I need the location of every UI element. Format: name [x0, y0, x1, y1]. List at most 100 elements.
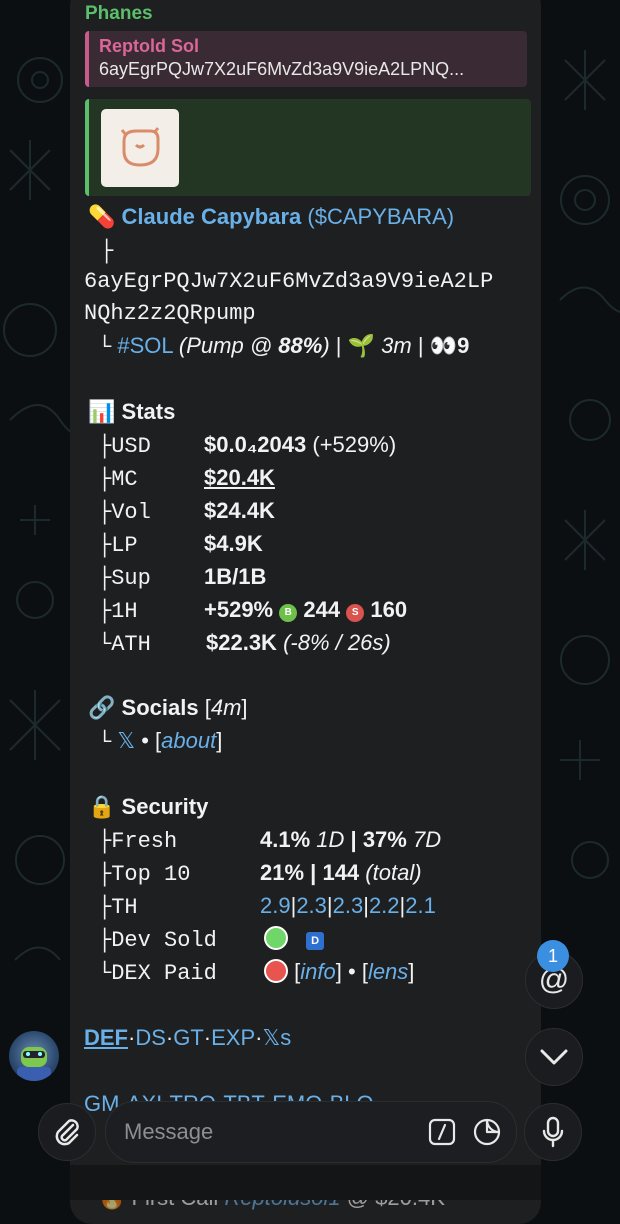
- tree-branch: ├: [98, 434, 112, 459]
- tree-corner: └: [98, 961, 112, 986]
- socials-heading: 🔗 Socials [4m]: [88, 694, 248, 722]
- link-preview[interactable]: [85, 99, 531, 196]
- tree-branch: ├: [98, 895, 112, 920]
- sender-name[interactable]: Phanes: [85, 3, 153, 25]
- separator: ·: [203, 1025, 212, 1050]
- xs-link[interactable]: 𝕏s: [262, 1025, 291, 1050]
- stat-value: $22.3K: [206, 630, 277, 655]
- security-row-dex-paid: └DEX Paid [info] • [lens]: [98, 959, 415, 986]
- bot-commands-icon[interactable]: [428, 1118, 456, 1146]
- separator: |: [335, 333, 342, 358]
- fresh-1d-label: 1D: [316, 827, 345, 852]
- open-paren: (: [307, 204, 315, 229]
- info-link[interactable]: info: [300, 959, 335, 984]
- security-title: Security: [121, 794, 209, 819]
- stat-key: MC: [111, 467, 138, 492]
- eyes-icon: 👀: [429, 333, 458, 358]
- bullet: •: [347, 959, 356, 984]
- market-cap-link[interactable]: $20.4K: [204, 464, 275, 492]
- fresh-7d-value: 37%: [362, 827, 407, 852]
- sticker-icon[interactable]: [472, 1117, 502, 1147]
- top-holder-link[interactable]: 2.9: [260, 893, 291, 918]
- security-row-th: ├TH 2.9|2.3|2.3|2.2|2.1: [98, 892, 538, 922]
- buy-count: 244: [303, 597, 341, 622]
- fresh-1d-value: 4.1%: [260, 827, 311, 852]
- tree-corner: └: [98, 632, 112, 657]
- security-key: Fresh: [111, 829, 178, 854]
- eyes-count: 9: [457, 333, 470, 358]
- token-ticker-link[interactable]: $CAPYBARA: [315, 204, 447, 229]
- token-name-link[interactable]: Claude Capybara: [122, 204, 302, 229]
- close-paren: ): [446, 204, 455, 229]
- tree-branch: ├: [98, 928, 112, 953]
- seedling-icon: 🌱: [347, 333, 376, 358]
- socials-links-line: └ 𝕏 • [about]: [98, 727, 222, 757]
- separator: |: [417, 333, 424, 358]
- stats-title: Stats: [121, 399, 176, 424]
- mentions-count-badge: 1: [537, 940, 569, 972]
- bracket-close: ]: [216, 728, 223, 753]
- message-input[interactable]: Message: [105, 1101, 517, 1163]
- separator: |: [350, 827, 357, 852]
- about-link[interactable]: about: [161, 728, 216, 753]
- red-status-icon: [264, 959, 288, 983]
- tree-corner: └: [98, 730, 112, 755]
- buy-icon: B: [279, 604, 298, 622]
- x-link-icon[interactable]: 𝕏: [117, 728, 135, 753]
- security-heading: 🔒 Security: [88, 793, 208, 821]
- security-key: Dev Sold: [111, 928, 217, 953]
- message-placeholder: Message: [124, 1119, 214, 1144]
- top-holder-link[interactable]: 2.2: [369, 893, 400, 918]
- stats-row-vol: ├Vol $24.4K: [98, 497, 538, 527]
- tree-branch: ├: [98, 566, 112, 591]
- sender-avatar[interactable]: [9, 1031, 59, 1081]
- security-key: Top 10: [111, 862, 191, 887]
- ds-link[interactable]: DS: [135, 1025, 166, 1050]
- lens-link[interactable]: lens: [368, 959, 408, 984]
- green-status-icon: [264, 926, 288, 950]
- paperclip-icon: [55, 1119, 79, 1146]
- stat-key: USD: [111, 434, 151, 459]
- attach-button[interactable]: [38, 1103, 96, 1161]
- stat-value: $24.4K: [204, 498, 275, 523]
- chain-hashtag[interactable]: #SOL: [117, 333, 172, 358]
- stats-row-sup: ├Sup 1B/1B: [98, 563, 538, 593]
- security-row-fresh: ├Fresh 4.1% 1D | 37% 7D: [98, 826, 538, 856]
- stat-key: Vol: [111, 500, 151, 525]
- separator: |: [310, 860, 317, 885]
- security-key: DEX Paid: [111, 961, 217, 986]
- tree-corner: └: [98, 335, 112, 360]
- stat-extra: (+529%): [312, 432, 397, 457]
- token-address-line-2[interactable]: NQhz2z2QRpump: [84, 300, 256, 328]
- top-holder-link[interactable]: 2.3: [296, 893, 327, 918]
- reply-text: 6ayEgrPQJw7X2uF6MvZd3a9V9ieA2LPNQ...: [99, 59, 465, 79]
- stat-value: 1B/1B: [204, 564, 267, 589]
- stats-row-1h: ├1H +529% B 244 S 160: [98, 596, 538, 626]
- pump-label: (Pump @: [178, 333, 279, 358]
- gt-link[interactable]: GT: [173, 1025, 204, 1050]
- tree-branch: ├: [98, 862, 112, 887]
- exp-link[interactable]: EXP: [211, 1025, 255, 1050]
- reply-quote[interactable]: Reptold Sol 6ayEgrPQJw7X2uF6MvZd3a9V9ieA…: [85, 31, 527, 87]
- stats-row-mc: ├MC $20.4K: [98, 464, 538, 494]
- security-key: TH: [111, 895, 138, 920]
- stat-value: +529%: [204, 597, 274, 622]
- scroll-down-button[interactable]: [525, 1028, 583, 1086]
- stat-key: 1H: [111, 599, 138, 624]
- bracket-close: ]: [241, 695, 248, 720]
- microphone-icon: [542, 1116, 564, 1148]
- def-link[interactable]: DEF: [84, 1025, 128, 1050]
- link-icon: 🔗: [88, 695, 116, 720]
- tree-branch: ├: [100, 239, 114, 264]
- pump-percent: 88%: [278, 333, 323, 358]
- bar-chart-icon: 📊: [88, 399, 116, 424]
- tree-branch: ├: [98, 500, 112, 525]
- stats-heading: 📊 Stats: [88, 398, 175, 426]
- token-address-line-1[interactable]: 6ayEgrPQJw7X2uF6MvZd3a9V9ieA2LP: [84, 268, 493, 296]
- stats-row-usd: ├USD $0.0₄2043 (+529%): [98, 431, 538, 461]
- top-holder-link[interactable]: 2.3: [333, 893, 364, 918]
- dev-tag-icon[interactable]: D: [306, 932, 325, 950]
- stats-row-ath: └ATH $22.3K (-8% / 26s): [98, 629, 538, 659]
- voice-record-button[interactable]: [524, 1103, 582, 1161]
- top-holder-link[interactable]: 2.1: [405, 893, 436, 918]
